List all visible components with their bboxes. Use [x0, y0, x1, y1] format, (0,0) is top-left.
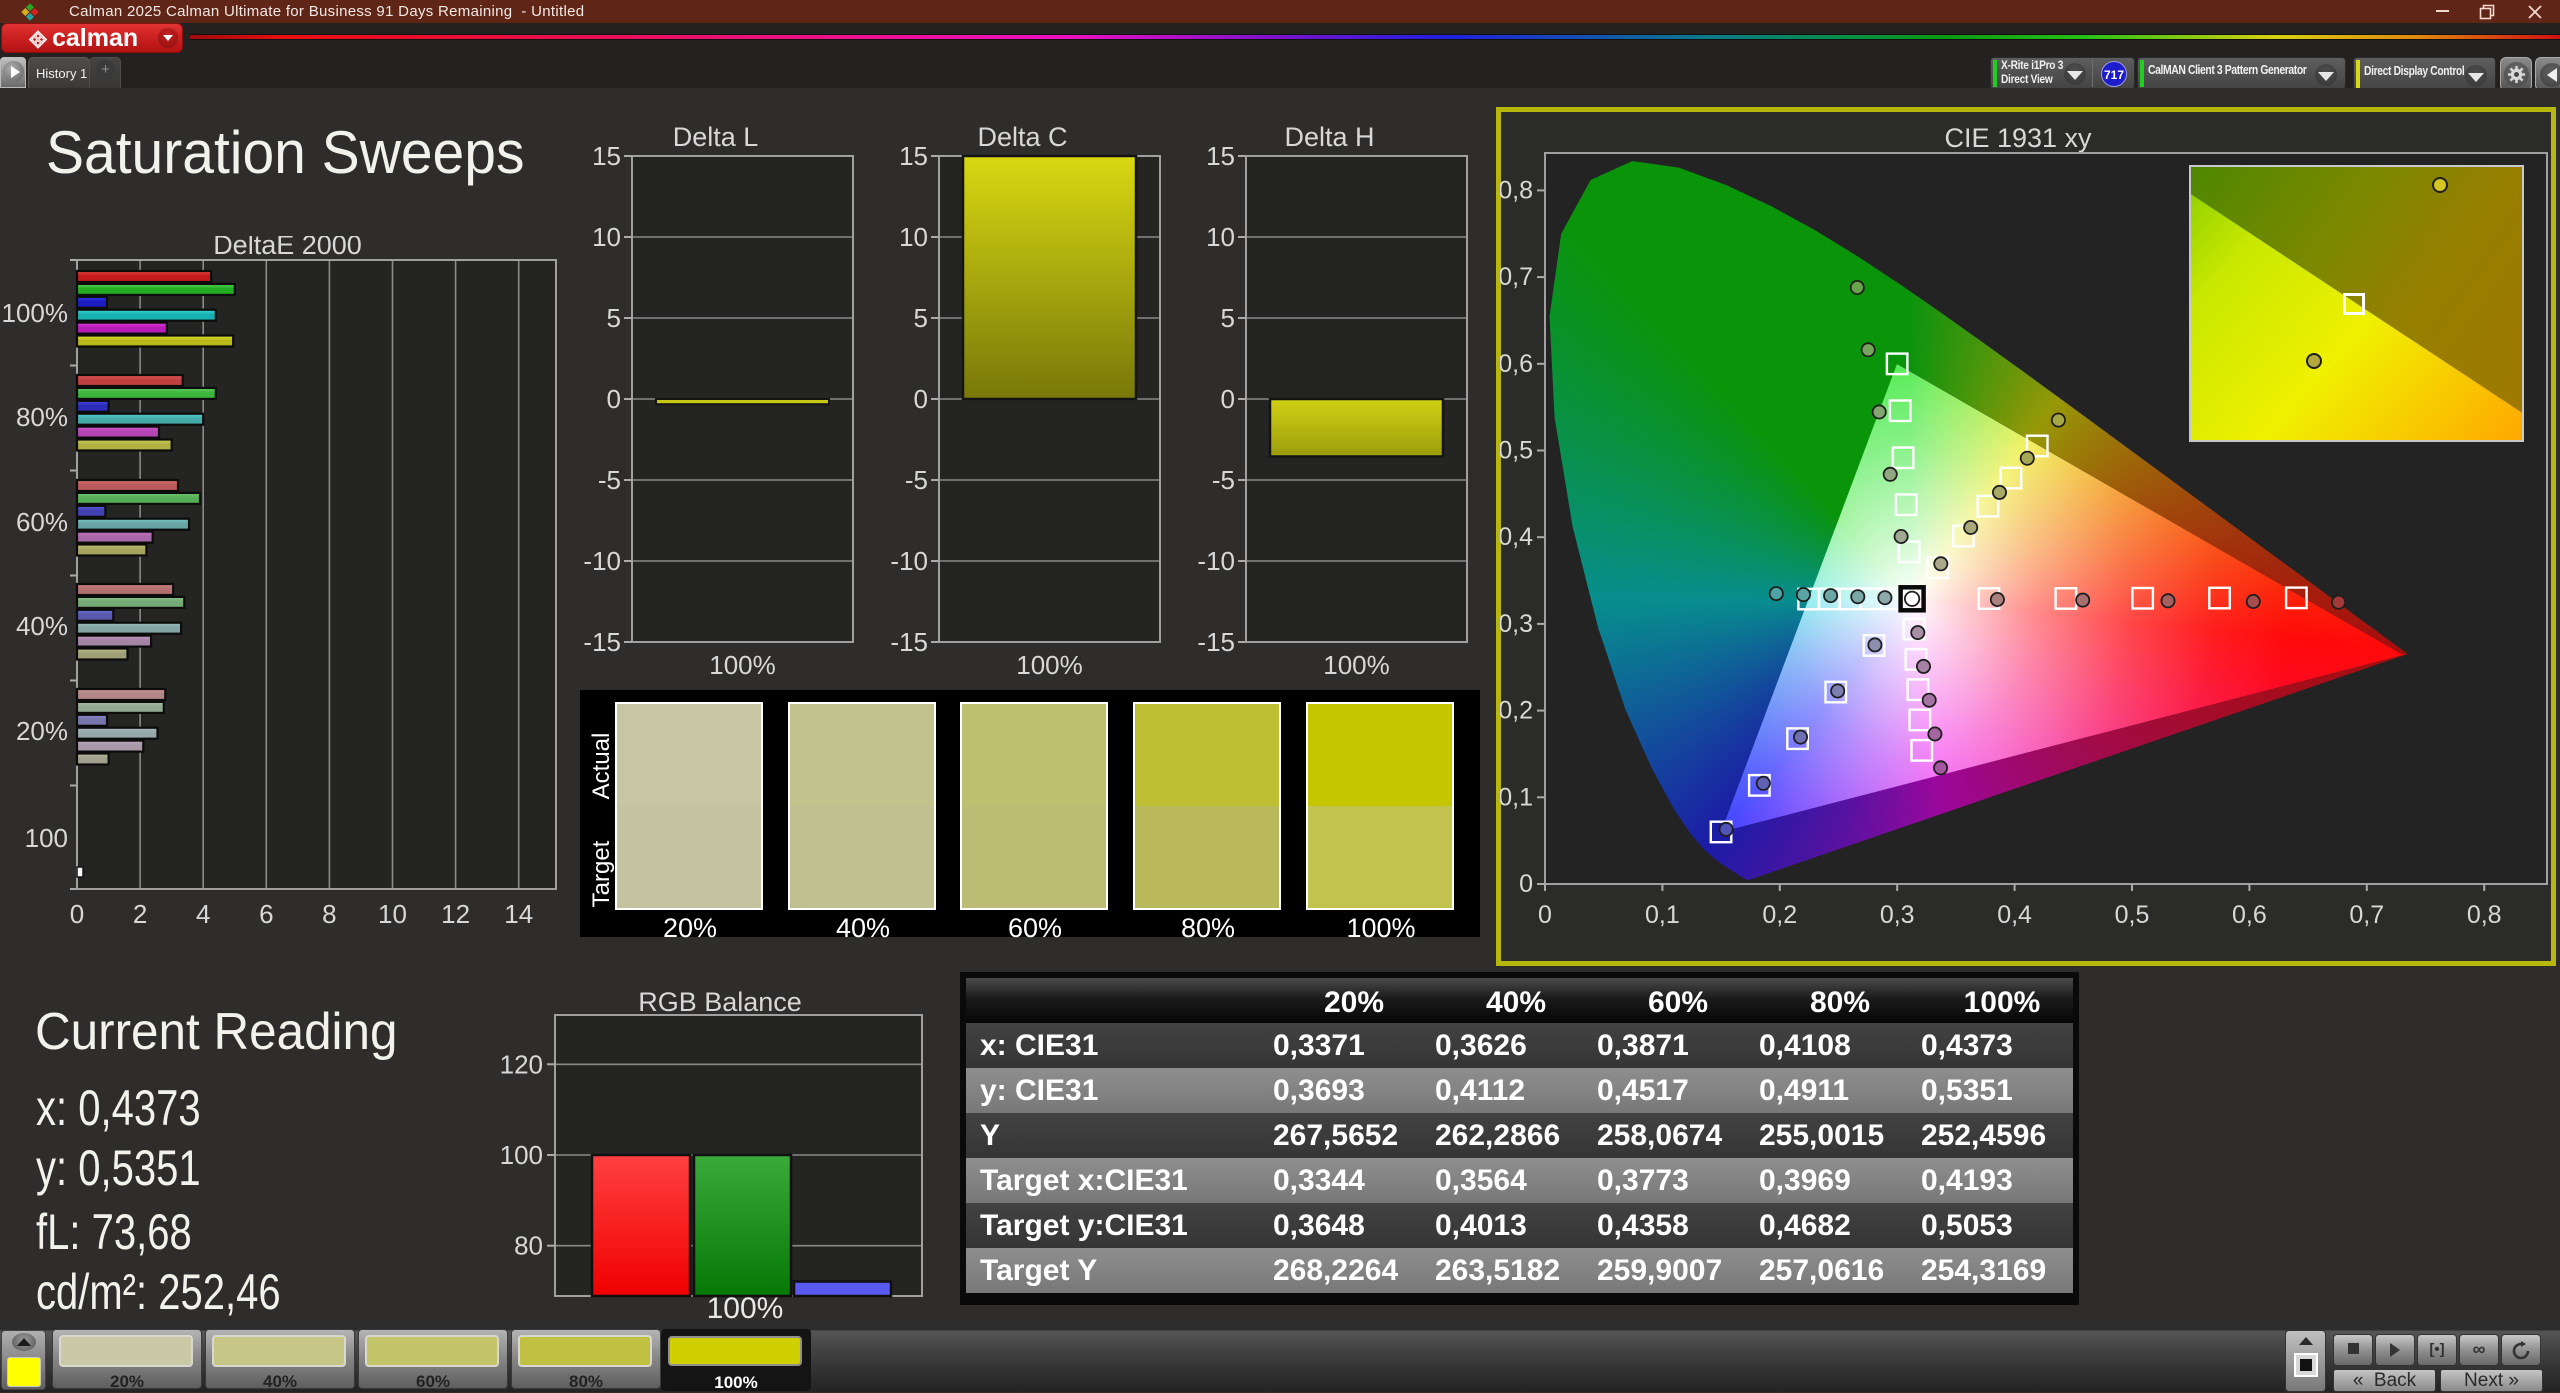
svg-text:20%: 20% [16, 716, 68, 746]
svg-text:-15: -15 [890, 627, 928, 657]
svg-text:100%: 100% [1323, 650, 1390, 680]
svg-text:0: 0 [70, 899, 84, 929]
svg-text:DeltaE 2000: DeltaE 2000 [213, 236, 362, 260]
svg-text:0,3: 0,3 [1500, 610, 1533, 638]
svg-text:4: 4 [196, 899, 210, 929]
svg-text:0: 0 [1221, 384, 1235, 414]
svg-text:RGB Balance: RGB Balance [638, 987, 802, 1017]
svg-text:0: 0 [607, 384, 621, 414]
svg-text:CIE 1931 xy: CIE 1931 xy [1944, 123, 2092, 153]
svg-text:100%: 100% [2, 298, 69, 328]
svg-text:10: 10 [1206, 222, 1235, 252]
svg-text:15: 15 [592, 141, 621, 171]
svg-text:0: 0 [1519, 870, 1533, 898]
svg-text:5: 5 [914, 303, 928, 333]
svg-text:0,6: 0,6 [2232, 901, 2267, 929]
svg-text:100: 100 [500, 1140, 543, 1170]
svg-text:80: 80 [514, 1231, 543, 1261]
svg-text:6: 6 [259, 899, 273, 929]
svg-text:10: 10 [592, 222, 621, 252]
svg-text:5: 5 [607, 303, 621, 333]
svg-text:8: 8 [322, 899, 336, 929]
svg-text:0,3: 0,3 [1880, 901, 1915, 929]
svg-text:0,2: 0,2 [1500, 697, 1533, 725]
svg-text:-10: -10 [890, 546, 928, 576]
svg-text:-10: -10 [1197, 546, 1235, 576]
svg-text:0,4: 0,4 [1500, 523, 1533, 551]
svg-text:0: 0 [1538, 901, 1552, 929]
svg-text:0,8: 0,8 [1500, 176, 1533, 204]
svg-text:0,5: 0,5 [2115, 901, 2150, 929]
svg-text:10: 10 [378, 899, 407, 929]
svg-text:100%: 100% [1016, 650, 1083, 680]
svg-text:60%: 60% [16, 507, 68, 537]
svg-text:14: 14 [504, 899, 533, 929]
svg-text:15: 15 [1206, 141, 1235, 171]
svg-text:-5: -5 [598, 465, 621, 495]
svg-text:-10: -10 [583, 546, 621, 576]
svg-text:40%: 40% [16, 611, 68, 641]
svg-text:0,1: 0,1 [1500, 783, 1533, 811]
svg-text:-5: -5 [905, 465, 928, 495]
svg-text:0,1: 0,1 [1645, 901, 1680, 929]
svg-text:0,5: 0,5 [1500, 437, 1533, 465]
svg-text:100: 100 [25, 823, 68, 853]
svg-text:Delta L: Delta L [673, 126, 759, 152]
svg-text:0,6: 0,6 [1500, 350, 1533, 378]
svg-text:0,4: 0,4 [1997, 901, 2032, 929]
svg-text:0: 0 [914, 384, 928, 414]
svg-text:Delta C: Delta C [977, 126, 1067, 152]
svg-text:0,7: 0,7 [2349, 901, 2384, 929]
svg-text:15: 15 [899, 141, 928, 171]
svg-text:5: 5 [1221, 303, 1235, 333]
svg-text:Delta H: Delta H [1284, 126, 1374, 152]
svg-text:100%: 100% [709, 650, 776, 680]
svg-text:12: 12 [441, 899, 470, 929]
svg-text:80%: 80% [16, 402, 68, 432]
svg-text:100%: 100% [707, 1292, 784, 1325]
svg-text:120: 120 [500, 1049, 543, 1079]
svg-text:-15: -15 [1197, 627, 1235, 657]
svg-text:0,2: 0,2 [1762, 901, 1797, 929]
svg-text:-5: -5 [1212, 465, 1235, 495]
svg-text:0,7: 0,7 [1500, 263, 1533, 291]
svg-text:-15: -15 [583, 627, 621, 657]
svg-text:10: 10 [899, 222, 928, 252]
svg-text:2: 2 [133, 899, 147, 929]
svg-text:0,8: 0,8 [2467, 901, 2502, 929]
